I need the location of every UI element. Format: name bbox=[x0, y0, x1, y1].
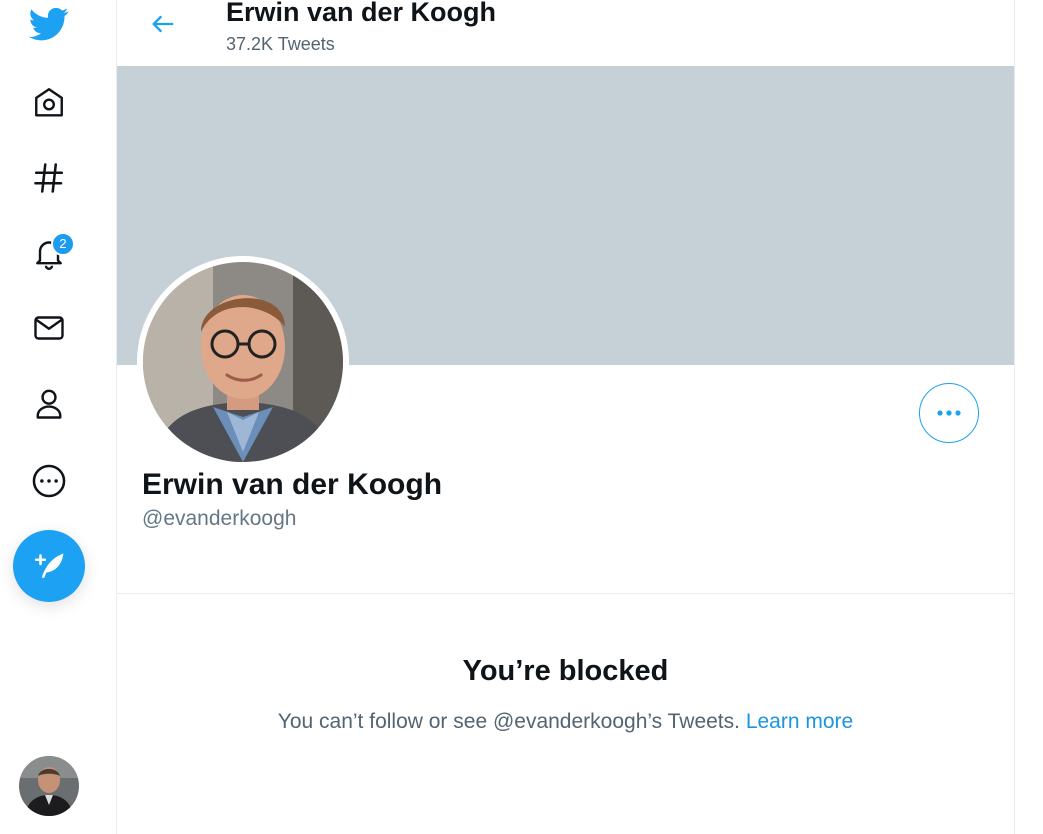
primary-nav: 2 bbox=[0, 0, 116, 834]
back-button[interactable] bbox=[143, 6, 183, 46]
person-icon bbox=[31, 386, 67, 422]
nav-messages[interactable] bbox=[13, 298, 85, 358]
more-horizontal-icon bbox=[936, 404, 962, 422]
arrow-left-icon bbox=[149, 10, 177, 43]
profile-header: Erwin van der Koogh 37.2K Tweets bbox=[117, 0, 1014, 66]
learn-more-link[interactable]: Learn more bbox=[746, 710, 853, 733]
nav-profile[interactable] bbox=[13, 374, 85, 434]
more-circle-icon bbox=[30, 462, 68, 500]
blocked-message: You can’t follow or see @evanderkoogh’s … bbox=[117, 710, 1014, 734]
hashtag-icon bbox=[31, 160, 67, 196]
nav-more[interactable] bbox=[13, 451, 85, 511]
blocked-title: You’re blocked bbox=[462, 655, 669, 687]
envelope-icon bbox=[30, 310, 68, 346]
compose-feather-icon bbox=[32, 547, 66, 586]
profile-photo bbox=[143, 262, 343, 462]
profile-avatar[interactable] bbox=[137, 256, 349, 468]
profile-column: Erwin van der Koogh 37.2K Tweets Erwin v… bbox=[116, 0, 1015, 834]
profile-handle: @evanderkoogh bbox=[142, 507, 297, 530]
profile-more-button[interactable] bbox=[919, 383, 979, 443]
nav-explore[interactable] bbox=[13, 148, 85, 208]
nav-home[interactable] bbox=[13, 73, 85, 133]
twitter-bird-icon bbox=[27, 4, 71, 44]
divider bbox=[117, 593, 1014, 594]
account-avatar[interactable] bbox=[19, 756, 79, 816]
tweet-count: 37.2K Tweets bbox=[226, 34, 335, 54]
notification-badge: 2 bbox=[51, 232, 75, 256]
home-icon bbox=[31, 85, 67, 121]
twitter-logo-link[interactable] bbox=[13, 0, 85, 54]
header-title: Erwin van der Koogh bbox=[226, 0, 497, 27]
profile-name: Erwin van der Koogh bbox=[142, 468, 443, 501]
nav-notifications[interactable]: 2 bbox=[13, 223, 85, 283]
compose-tweet-button[interactable] bbox=[13, 530, 85, 602]
blocked-message-text: You can’t follow or see @evanderkoogh’s … bbox=[277, 710, 740, 733]
